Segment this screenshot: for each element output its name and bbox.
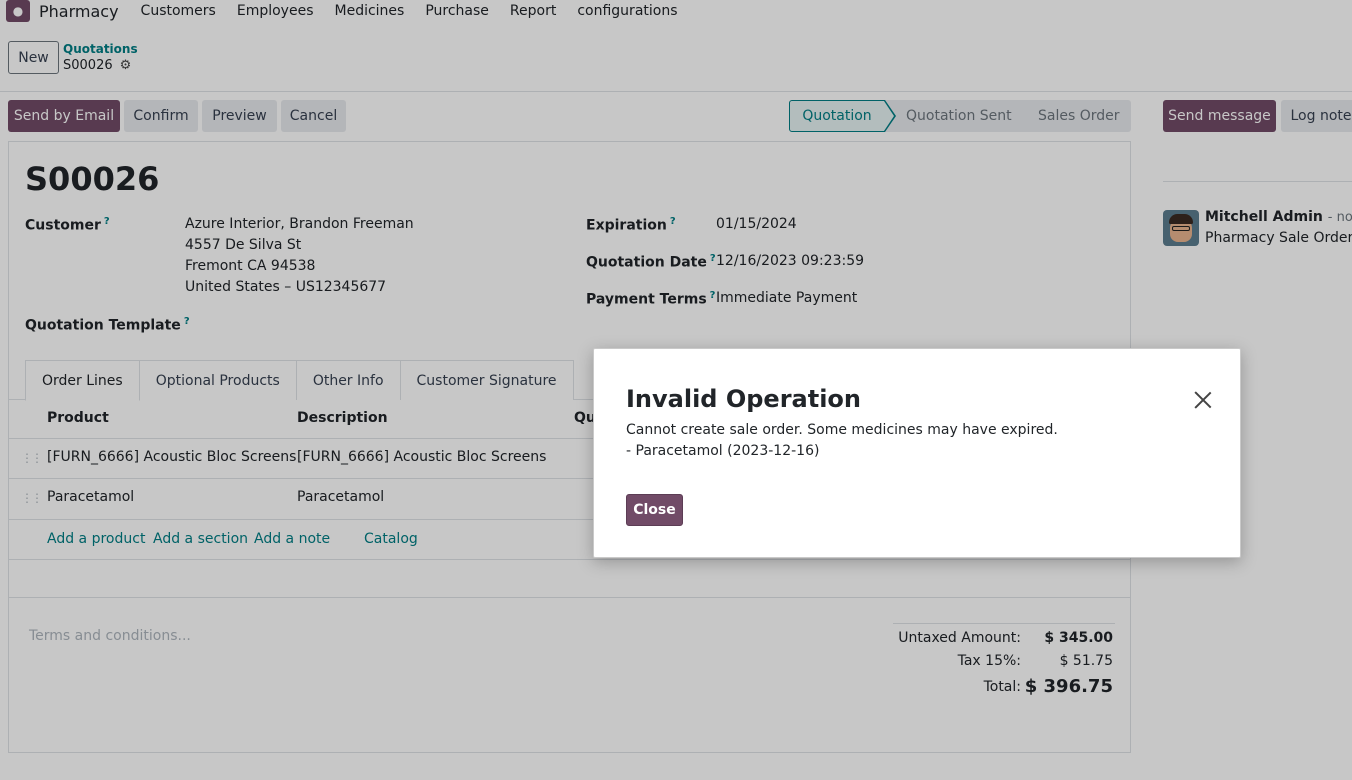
- error-dialog: Invalid Operation Cannot create sale ord…: [593, 348, 1241, 558]
- dialog-body: Cannot create sale order. Some medicines…: [626, 420, 1058, 462]
- close-button[interactable]: Close: [626, 494, 683, 526]
- dialog-detail: - Paracetamol (2023-12-16): [626, 443, 820, 459]
- dialog-message: Cannot create sale order. Some medicines…: [626, 422, 1058, 438]
- dialog-title: Invalid Operation: [626, 385, 862, 413]
- close-icon[interactable]: [1192, 389, 1214, 411]
